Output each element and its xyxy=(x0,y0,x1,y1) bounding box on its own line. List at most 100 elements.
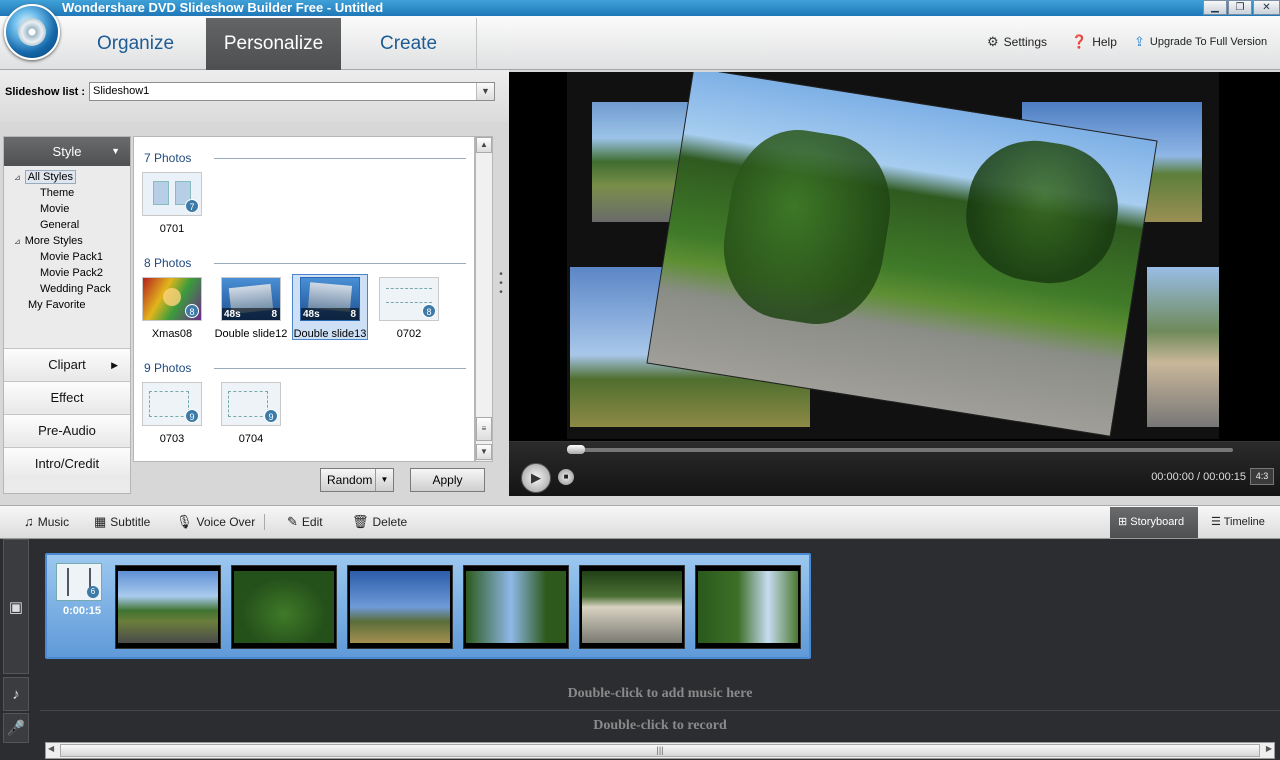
category-intro-credit[interactable]: Intro/Credit xyxy=(4,447,130,479)
timecode: 00:00:00 / 00:00:15 xyxy=(1151,471,1246,483)
scroll-up-icon[interactable]: ▲ xyxy=(476,137,492,153)
restore-button[interactable]: ❐ xyxy=(1228,0,1252,15)
storyboard-icon: ⊞ xyxy=(1118,516,1131,528)
tab-personalize[interactable]: Personalize xyxy=(206,18,341,70)
minimize-button[interactable]: ▁ xyxy=(1203,0,1227,15)
timeline-button[interactable]: ☰ Timeline xyxy=(1203,507,1278,538)
tree-expander-icon[interactable]: ⊿ xyxy=(14,237,21,246)
style-tree-item[interactable]: Theme xyxy=(14,185,129,201)
chevron-down-icon[interactable]: ▼ xyxy=(476,83,494,100)
voice-over-button[interactable]: 🎙 Voice Over xyxy=(176,506,255,538)
chevron-right-icon: ▶ xyxy=(111,360,118,370)
voice-track[interactable]: Double-click to record xyxy=(40,711,1280,741)
photo-clip-1[interactable] xyxy=(115,565,221,649)
music-button[interactable]: ♫ Music xyxy=(24,506,69,538)
style-tree-item[interactable]: Movie Pack1 xyxy=(14,249,129,265)
disc-icon xyxy=(18,18,46,46)
photo-count-badge: 9 xyxy=(185,409,199,423)
photo-clip-3[interactable] xyxy=(347,565,453,649)
delete-button[interactable]: 🗑 Delete xyxy=(352,506,407,538)
style-gallery: 7 Photos 7 0701 8 Photos 8 Xmas08 48s 8 … xyxy=(133,136,475,462)
help-link[interactable]: ❓ Help xyxy=(1071,34,1117,50)
tab-organize[interactable]: Organize xyxy=(67,18,204,70)
timeline-label: Timeline xyxy=(1223,516,1265,528)
seek-knob[interactable] xyxy=(567,445,585,454)
style-tree-item[interactable]: Wedding Pack xyxy=(14,281,129,297)
style-tree-label: Theme xyxy=(40,187,75,199)
microphone-icon: 🎤 xyxy=(6,720,26,737)
photo-count-label: 8 xyxy=(271,309,277,320)
tree-expander-icon[interactable]: ⊿ xyxy=(14,173,21,182)
random-button[interactable]: Random ▼ xyxy=(320,468,394,492)
gallery-scrollbar[interactable]: ▲ ≡ ▼ xyxy=(475,136,493,462)
storyboard-button[interactable]: ⊞ Storyboard xyxy=(1110,507,1198,538)
window-controls: ▁ ❐ ✕ xyxy=(1202,0,1280,16)
app-logo-icon[interactable] xyxy=(4,4,60,60)
play-icon: ▶ xyxy=(531,470,541,485)
upgrade-link[interactable]: ⇪ Upgrade To Full Version xyxy=(1134,34,1267,50)
subtitle-button[interactable]: ▦ Subtitle xyxy=(94,506,150,538)
style-tree-item[interactable]: My Favorite xyxy=(14,297,129,313)
preview-screen[interactable] xyxy=(509,72,1280,441)
transition-slot[interactable]: 6 0:00:15 xyxy=(53,561,105,617)
photo-count-badge: 9 xyxy=(264,409,278,423)
style-item-label: 0704 xyxy=(238,433,264,445)
style-thumbnail: 48s 8 xyxy=(221,277,281,321)
timeline-scrollbar[interactable]: ◀ ||| ▶ xyxy=(45,742,1275,759)
seek-bar[interactable] xyxy=(567,445,1233,454)
stop-button[interactable]: ■ xyxy=(558,469,574,485)
style-tree-label: Movie Pack2 xyxy=(40,267,103,279)
style-item-label: 0702 xyxy=(396,328,422,340)
delete-label: Delete xyxy=(372,515,408,529)
category-effect[interactable]: Effect xyxy=(4,381,130,413)
scroll-left-icon[interactable]: ◀ xyxy=(48,744,54,753)
toolbar-divider xyxy=(264,514,265,530)
microphone-icon: 🎙 xyxy=(176,514,193,529)
style-panel: Style ▼ ⊿ All Styles Theme Movie General ⊿ Mor… xyxy=(3,136,131,494)
category-pre-audio[interactable]: Pre-Audio xyxy=(4,414,130,446)
style-tree-label: Movie xyxy=(40,203,70,215)
scroll-thumb[interactable]: ≡ xyxy=(476,417,492,441)
style-tree-item[interactable]: General xyxy=(14,217,129,233)
edit-button[interactable]: ✎ Edit xyxy=(287,506,323,538)
upgrade-label: Upgrade To Full Version xyxy=(1149,36,1268,48)
player-controls: ▶ ■ 00:00:00 / 00:00:15 4:3 xyxy=(509,441,1280,496)
photo-clip-5[interactable] xyxy=(579,565,685,649)
style-tree-item[interactable]: ⊿ All Styles xyxy=(14,169,129,185)
style-tree-label: General xyxy=(40,219,80,231)
category-clipart[interactable]: Clipart ▶ xyxy=(4,348,130,380)
photo-count-badge: 8 xyxy=(185,304,199,318)
storyboard-area: ▣ ♪ 🎤 6 0:00:15 Double-click to add musi… xyxy=(0,539,1280,760)
style-tree-item[interactable]: Movie Pack2 xyxy=(14,265,129,281)
scroll-down-icon[interactable]: ▼ xyxy=(476,444,492,460)
play-button[interactable]: ▶ xyxy=(521,463,551,493)
apply-button[interactable]: Apply xyxy=(410,468,485,492)
style-item-label: 0701 xyxy=(159,223,185,235)
style-header[interactable]: Style ▼ xyxy=(4,137,130,166)
duration-label: 48s xyxy=(303,309,320,320)
tab-create[interactable]: Create xyxy=(341,18,477,70)
subtitle-icon: ▦ xyxy=(94,514,107,529)
style-thumbnail: 9 xyxy=(142,382,202,426)
settings-label: Settings xyxy=(1003,35,1048,49)
photo-clip-2[interactable] xyxy=(231,565,337,649)
photo-count-badge: 8 xyxy=(422,304,436,318)
storyboard-strip[interactable]: 6 0:00:15 xyxy=(45,553,811,659)
style-tree-item[interactable]: ⊿ More Styles xyxy=(14,233,129,249)
photo-clip-4[interactable] xyxy=(463,565,569,649)
photo-count-badge: 7 xyxy=(185,199,199,213)
slideshow-select[interactable]: Slideshow1 ▼ xyxy=(89,82,495,101)
scroll-thumb[interactable]: ||| xyxy=(60,744,1260,757)
splitter-handle[interactable]: • • • xyxy=(498,270,504,298)
settings-link[interactable]: ⚙ Settings xyxy=(987,34,1047,50)
group-divider xyxy=(214,263,466,264)
pencil-icon: ✎ xyxy=(287,514,298,529)
music-track[interactable]: Double-click to add music here xyxy=(40,679,1280,709)
chevron-down-icon[interactable]: ▼ xyxy=(375,469,393,491)
photo-clip-6[interactable] xyxy=(695,565,801,649)
scroll-right-icon[interactable]: ▶ xyxy=(1266,744,1272,753)
close-button[interactable]: ✕ xyxy=(1253,0,1280,15)
style-tree-item[interactable]: Movie xyxy=(14,201,129,217)
aspect-ratio-button[interactable]: 4:3 xyxy=(1250,468,1274,485)
slideshow-list-label: Slideshow list : xyxy=(5,86,86,98)
